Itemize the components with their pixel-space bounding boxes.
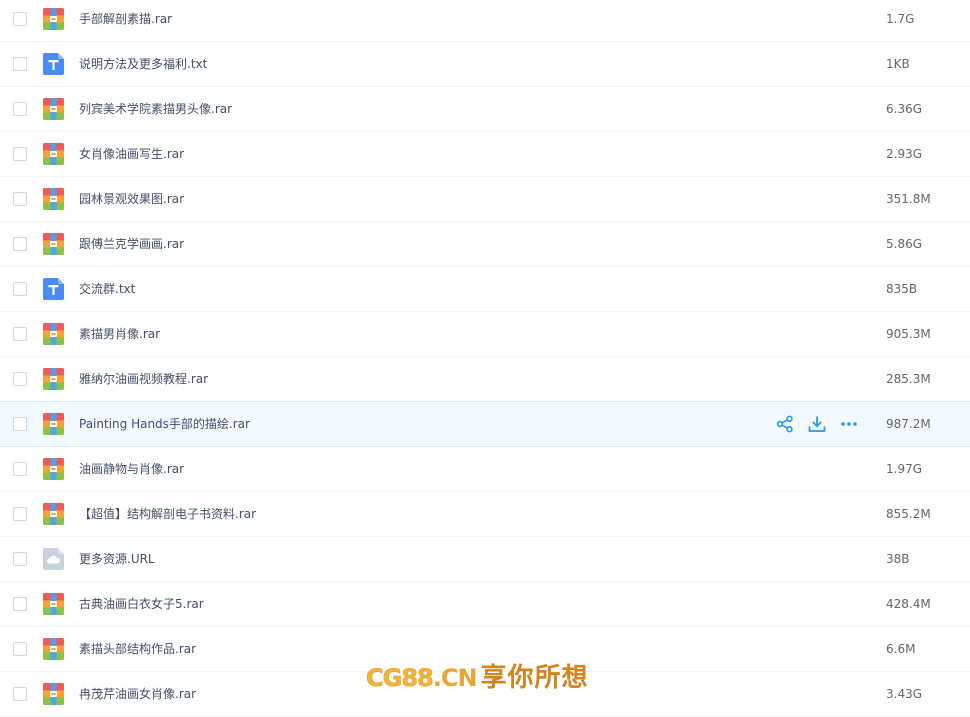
file-row[interactable]: 列宾美术学院素描男头像.rar 6.36G [0,87,970,132]
file-size: 1.7G [886,12,915,26]
file-name[interactable]: 油画静物与肖像.rar [79,447,184,491]
file-name[interactable]: 素描男肖像.rar [79,312,160,356]
file-size: 905.3M [886,327,931,341]
file-name[interactable]: 列宾美术学院素描男头像.rar [79,87,232,131]
file-list: 手部解剖素描.rar 1.7G 说明方法及更多福利.txt 1KB 列宾美术学院素描男头… [0,0,970,717]
file-row[interactable]: 油画静物与肖像.rar 1.97G [0,447,970,492]
watermark-domain: .CN [432,664,478,692]
text-file-icon [43,278,64,300]
file-name[interactable]: Painting Hands手部的描绘.rar [79,402,250,446]
row-checkbox[interactable] [13,237,27,251]
file-row[interactable]: 更多资源.URL 38B [0,537,970,582]
archive-icon [43,233,64,255]
file-name[interactable]: 跟傅兰克学画画.rar [79,222,184,266]
row-checkbox[interactable] [13,597,27,611]
archive-icon [43,98,64,120]
file-size: 835B [886,282,918,296]
share-button[interactable] [776,415,794,433]
text-file-icon [43,53,64,75]
file-name[interactable]: 雅纳尔油画视频教程.rar [79,357,208,401]
row-actions [776,415,858,433]
watermark-slogan: 享你所想 [480,663,589,693]
file-size: 38B [886,552,910,566]
file-size: 5.86G [886,237,923,251]
file-name[interactable]: 手部解剖素描.rar [79,0,172,41]
archive-icon [43,143,64,165]
archive-icon [43,458,64,480]
file-row[interactable]: 交流群.txt 835B [0,267,970,312]
row-checkbox[interactable] [13,192,27,206]
archive-icon [43,323,64,345]
file-name[interactable]: 素描头部结构作品.rar [79,627,196,671]
file-row[interactable]: 古典油画白衣女子5.rar 428.4M [0,582,970,627]
archive-icon [43,368,64,390]
archive-icon [43,188,64,210]
row-checkbox[interactable] [13,417,27,431]
row-checkbox[interactable] [13,687,27,701]
file-size: 1KB [886,57,910,71]
file-name[interactable]: 说明方法及更多福利.txt [79,42,207,86]
file-row[interactable]: 【超值】结构解剖电子书资料.rar 855.2M [0,492,970,537]
file-name[interactable]: 交流群.txt [79,267,135,311]
file-size: 351.8M [886,192,931,206]
file-row[interactable]: 女肖像油画写生.rar 2.93G [0,132,970,177]
download-button[interactable] [808,415,826,433]
watermark: CG88.CN 享你所想 [366,660,589,696]
file-name[interactable]: 园林景观效果图.rar [79,177,184,221]
row-checkbox[interactable] [13,327,27,341]
row-checkbox[interactable] [13,12,27,26]
archive-icon [43,503,64,525]
share-icon [776,415,794,433]
row-checkbox[interactable] [13,282,27,296]
file-size: 987.2M [886,417,931,431]
file-size: 2.93G [886,147,923,161]
file-size: 6.36G [886,102,923,116]
file-size: 1.97G [886,462,923,476]
file-size: 428.4M [886,597,931,611]
row-checkbox[interactable] [13,57,27,71]
cloud-file-icon [43,548,64,570]
archive-icon [43,593,64,615]
file-row[interactable]: 跟傅兰克学画画.rar 5.86G [0,222,970,267]
row-checkbox[interactable] [13,462,27,476]
row-checkbox[interactable] [13,642,27,656]
file-row[interactable]: Painting Hands手部的描绘.rar 987.2M [0,401,970,447]
file-name[interactable]: 冉茂芹油画女肖像.rar [79,672,196,716]
row-checkbox[interactable] [13,372,27,386]
file-size: 285.3M [886,372,931,386]
file-name[interactable]: 更多资源.URL [79,537,155,581]
file-row[interactable]: 手部解剖素描.rar 1.7G [0,0,970,42]
row-checkbox[interactable] [13,552,27,566]
download-icon [808,415,826,433]
file-size: 855.2M [886,507,931,521]
file-row[interactable]: 说明方法及更多福利.txt 1KB [0,42,970,87]
archive-icon [43,8,64,30]
file-row[interactable]: 园林景观效果图.rar 351.8M [0,177,970,222]
file-name[interactable]: 【超值】结构解剖电子书资料.rar [79,492,256,536]
row-checkbox[interactable] [13,147,27,161]
more-button[interactable] [840,415,858,433]
archive-icon [43,683,64,705]
file-row[interactable]: 素描男肖像.rar 905.3M [0,312,970,357]
watermark-brand: CG88 [366,664,434,693]
file-size: 6.6M [886,642,916,656]
file-row[interactable]: 雅纳尔油画视频教程.rar 285.3M [0,357,970,402]
file-size: 3.43G [886,687,923,701]
row-checkbox[interactable] [13,102,27,116]
archive-icon [43,413,64,435]
more-icon [840,415,858,433]
archive-icon [43,638,64,660]
row-checkbox[interactable] [13,507,27,521]
file-name[interactable]: 古典油画白衣女子5.rar [79,582,204,626]
file-name[interactable]: 女肖像油画写生.rar [79,132,184,176]
